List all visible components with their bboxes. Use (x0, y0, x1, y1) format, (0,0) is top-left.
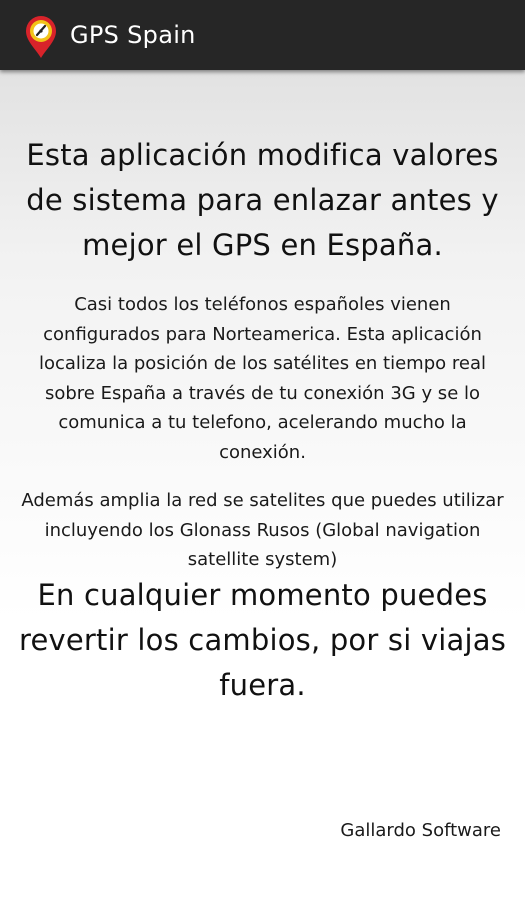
developer-credit: Gallardo Software (340, 820, 501, 841)
headline-revert: En cualquier momento puedes revertir los… (18, 578, 507, 702)
app-title: GPS Spain (70, 21, 196, 49)
main-content: Esta aplicación modifica valores de sist… (0, 70, 525, 900)
action-bar: GPS Spain (0, 0, 525, 70)
map-pin-gauge-icon[interactable] (24, 15, 58, 59)
description-paragraph: Casi todos los teléfonos españoles viene… (38, 294, 486, 463)
glonass-paragraph: Además amplia la red se satelites que pu… (21, 490, 504, 570)
headline-intro: Esta aplicación modifica valores de sist… (26, 138, 499, 262)
